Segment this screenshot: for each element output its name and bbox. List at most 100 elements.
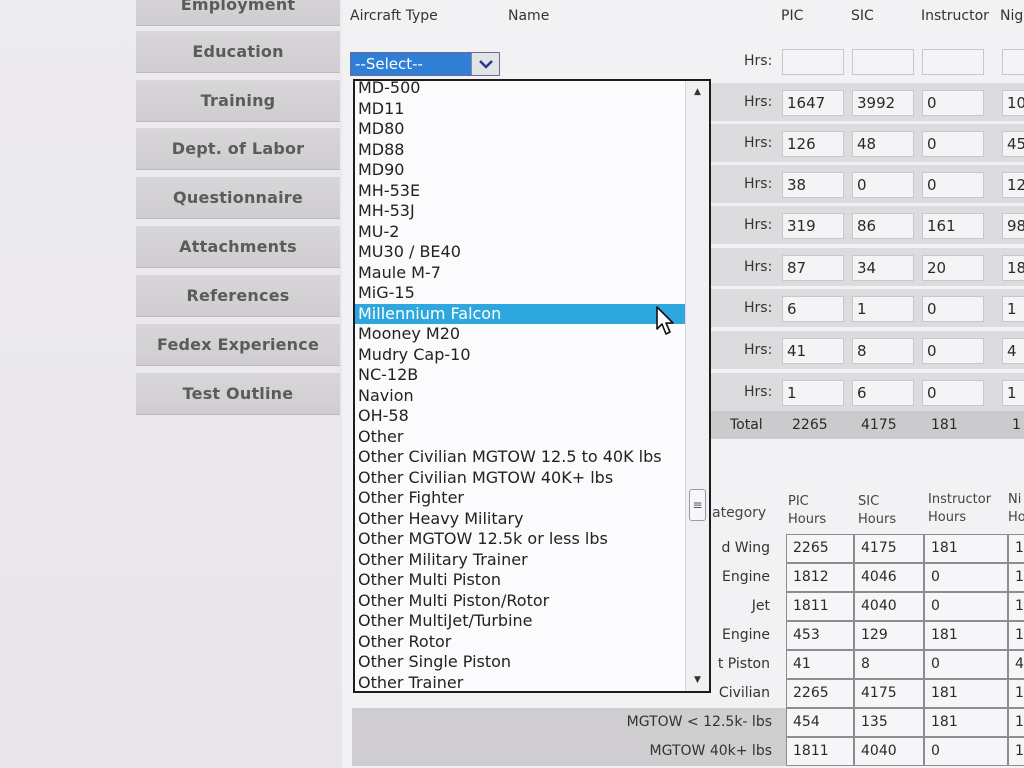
pic-hours-input[interactable]: 38: [782, 172, 844, 198]
pic-hours-input[interactable]: 41: [782, 338, 844, 364]
instructor-hours-input[interactable]: 0: [922, 296, 984, 322]
dropdown-option[interactable]: MH-53E: [355, 181, 685, 202]
instructor-hours-input[interactable]: 0: [922, 380, 984, 406]
dropdown-option[interactable]: MiG-15: [355, 283, 685, 304]
dropdown-option[interactable]: Other Single Piston: [355, 652, 685, 673]
sidebar-item-test-outline[interactable]: Test Outline: [136, 373, 340, 415]
dropdown-option[interactable]: MD11: [355, 99, 685, 120]
sic-hours-input[interactable]: 6: [852, 380, 914, 406]
category-instructor: 181: [924, 534, 1008, 563]
dropdown-option[interactable]: MD88: [355, 140, 685, 161]
dropdown-option[interactable]: Other Heavy Military: [355, 509, 685, 530]
arrow-down-icon[interactable]: ▼: [686, 671, 709, 689]
mgtow-instructor: 181: [924, 708, 1008, 737]
sidebar-item-education[interactable]: Education: [136, 31, 340, 73]
pic-hours-input[interactable]: [782, 49, 844, 75]
night-hours-input[interactable]: 4: [1002, 338, 1024, 364]
dropdown-option[interactable]: MD-500: [355, 81, 685, 99]
dropdown-option[interactable]: Mudry Cap-10: [355, 345, 685, 366]
dropdown-option[interactable]: MU30 / BE40: [355, 242, 685, 263]
dropdown-option[interactable]: Other Multi Piston: [355, 570, 685, 591]
sidebar-item-questionnaire[interactable]: Questionnaire: [136, 177, 340, 219]
sic-hours-input[interactable]: [852, 49, 914, 75]
sidebar-item-dept-of-labor[interactable]: Dept. of Labor: [136, 128, 340, 170]
category-instructor-header-line1: Instructor: [928, 492, 992, 507]
hrs-label: Hrs:: [744, 300, 773, 316]
hrs-label: Hrs:: [744, 384, 773, 400]
instructor-hours-input[interactable]: [922, 49, 984, 75]
sidebar-item-employment[interactable]: Employment: [136, 0, 340, 26]
night-hours-input[interactable]: 12: [1002, 172, 1024, 198]
hours-row: Hrs:: [700, 42, 1024, 80]
aircraft-type-dropdown-list[interactable]: MD-500 MD11 MD80 MD88 MD90 MH-53E MH-53J MU-2 MU…: [353, 79, 711, 693]
night-hours-input[interactable]: [1002, 49, 1024, 75]
dropdown-option[interactable]: OH-58: [355, 406, 685, 427]
pic-hours-input[interactable]: 87: [782, 255, 844, 281]
pic-hours-input[interactable]: 126: [782, 131, 844, 157]
dropdown-option[interactable]: Other Multi Piston/Rotor: [355, 591, 685, 612]
dropdown-option[interactable]: Other Civilian MGTOW 12.5 to 40K lbs: [355, 447, 685, 468]
pic-hours-input[interactable]: 319: [782, 213, 844, 239]
sidebar-item-fedex-experience[interactable]: Fedex Experience: [136, 324, 340, 366]
night-hours-input[interactable]: 1: [1002, 296, 1024, 322]
category-sic: 129: [854, 621, 924, 650]
aircraft-type-select[interactable]: --Select--: [350, 52, 500, 76]
dropdown-option-selected[interactable]: Millennium Falcon: [355, 303, 685, 324]
dropdown-option[interactable]: Other Fighter: [355, 488, 685, 509]
pic-hours-input[interactable]: 1647: [782, 90, 844, 116]
dropdown-option[interactable]: Navion: [355, 386, 685, 407]
chevron-down-icon[interactable]: [471, 53, 499, 75]
night-hours-input[interactable]: 98: [1002, 213, 1024, 239]
dropdown-option[interactable]: Other MGTOW 12.5k or less lbs: [355, 529, 685, 550]
dropdown-option[interactable]: MU-2: [355, 222, 685, 243]
night-hours-input[interactable]: 45: [1002, 131, 1024, 157]
hrs-label: Hrs:: [744, 259, 773, 275]
instructor-hours-input[interactable]: 0: [922, 338, 984, 364]
dropdown-option[interactable]: Other MultiJet/Turbine: [355, 611, 685, 632]
sic-hours-input[interactable]: 1: [852, 296, 914, 322]
dropdown-option[interactable]: Other Rotor: [355, 632, 685, 653]
dropdown-option[interactable]: NC-12B: [355, 365, 685, 386]
night-hours-input[interactable]: 1: [1002, 380, 1024, 406]
category-name: Civilian: [718, 685, 770, 701]
scrollbar-thumb[interactable]: ≡: [689, 489, 706, 521]
sic-hours-input[interactable]: 3992: [852, 90, 914, 116]
instructor-hours-input[interactable]: 0: [922, 131, 984, 157]
category-night-header-line1: Ni: [1008, 492, 1022, 507]
pic-hours-input[interactable]: 1: [782, 380, 844, 406]
instructor-hours-input[interactable]: 0: [922, 90, 984, 116]
dropdown-scrollbar[interactable]: ▲ ≡ ▼: [685, 81, 709, 691]
instructor-hours-input[interactable]: 161: [922, 213, 984, 239]
sic-hours-input[interactable]: 8: [852, 338, 914, 364]
category-sic: 4040: [854, 592, 924, 621]
hours-row: Hrs: 41 8 0 4: [700, 331, 1024, 369]
dropdown-option[interactable]: Other: [355, 427, 685, 448]
dropdown-option[interactable]: MD90: [355, 160, 685, 181]
dropdown-option[interactable]: MH-53J: [355, 201, 685, 222]
sidebar-item-references[interactable]: References: [136, 275, 340, 317]
instructor-hours-input[interactable]: 0: [922, 172, 984, 198]
sic-hours-input[interactable]: 34: [852, 255, 914, 281]
hrs-label: Hrs:: [744, 176, 773, 192]
dropdown-option[interactable]: Mooney M20: [355, 324, 685, 345]
header-name: Name: [508, 8, 550, 24]
sidebar-item-training[interactable]: Training: [136, 80, 340, 122]
category-name: Engine: [722, 569, 770, 585]
dropdown-option[interactable]: Other Trainer: [355, 673, 685, 692]
category-instructor: 0: [924, 563, 1008, 592]
category-night: 1: [1008, 563, 1024, 592]
sic-hours-input[interactable]: 86: [852, 213, 914, 239]
sic-hours-input[interactable]: 0: [852, 172, 914, 198]
dropdown-option[interactable]: Other Military Trainer: [355, 550, 685, 571]
night-hours-input[interactable]: 18: [1002, 255, 1024, 281]
night-hours-input[interactable]: 10: [1002, 90, 1024, 116]
dropdown-option[interactable]: Maule M-7: [355, 263, 685, 284]
dropdown-option[interactable]: MD80: [355, 119, 685, 140]
sic-hours-input[interactable]: 48: [852, 131, 914, 157]
dropdown-option[interactable]: Other Civilian MGTOW 40K+ lbs: [355, 468, 685, 489]
pic-hours-input[interactable]: 6: [782, 296, 844, 322]
category-pic: 1811: [786, 592, 854, 621]
sidebar-item-attachments[interactable]: Attachments: [136, 226, 340, 268]
arrow-up-icon[interactable]: ▲: [686, 83, 709, 101]
instructor-hours-input[interactable]: 20: [922, 255, 984, 281]
